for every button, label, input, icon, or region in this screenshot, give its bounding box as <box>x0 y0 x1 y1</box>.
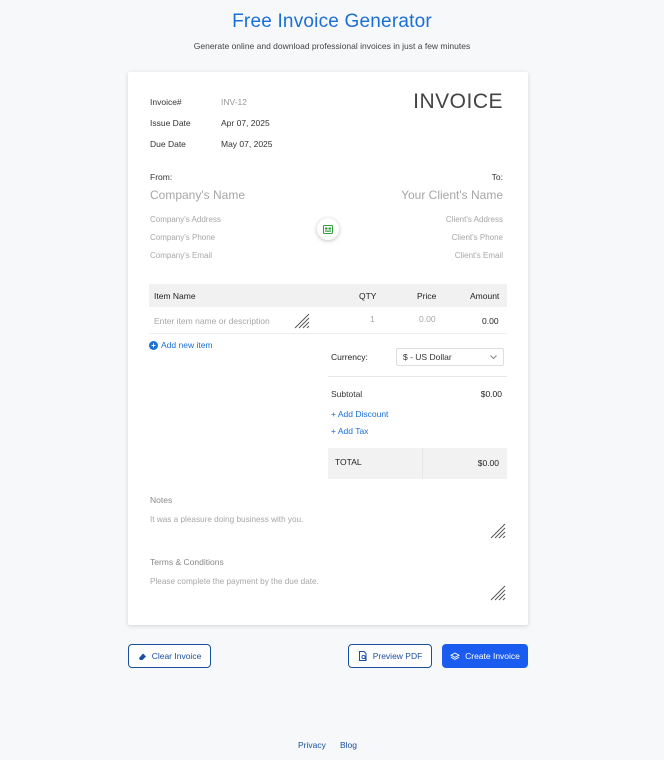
company-phone-input[interactable]: Company's Phone <box>150 233 215 242</box>
create-invoice-label: Create Invoice <box>465 651 520 661</box>
summary-divider <box>328 376 507 377</box>
item-name-input[interactable]: Enter item name or description <box>154 316 270 326</box>
issue-date-label: Issue Date <box>150 118 191 128</box>
item-qty-input[interactable]: 1 <box>370 314 375 324</box>
client-name-input[interactable]: Your Client's Name <box>401 188 503 202</box>
column-amount: Amount <box>470 291 500 301</box>
invoice-number-field[interactable]: INV-12 <box>221 97 247 107</box>
column-price: Price <box>417 291 437 301</box>
footer-blog-link[interactable]: Blog <box>340 740 357 750</box>
notes-textarea[interactable]: It was a pleasure doing business with yo… <box>150 515 303 524</box>
issue-date-field[interactable]: Apr 07, 2025 <box>221 118 270 128</box>
page-subtitle: Generate online and download professiona… <box>193 41 471 51</box>
chevron-down-icon <box>490 355 497 360</box>
preview-pdf-button[interactable]: Preview PDF <box>348 644 432 668</box>
item-amount: 0.00 <box>482 316 499 326</box>
company-email-input[interactable]: Company's Email <box>150 251 212 260</box>
currency-label: Currency: <box>331 352 368 362</box>
currency-value: $ - US Dollar <box>403 352 452 362</box>
resize-handle-icon[interactable] <box>294 313 310 329</box>
add-discount-button[interactable]: + Add Discount <box>331 409 388 419</box>
company-name-input[interactable]: Company's Name <box>150 188 245 202</box>
due-date-label: Due Date <box>150 139 186 149</box>
footer-privacy-link[interactable]: Privacy <box>298 740 326 750</box>
eraser-icon <box>138 653 146 660</box>
column-qty: QTY <box>359 291 377 301</box>
notes-label: Notes <box>150 495 173 505</box>
total-box: TOTAL $0.00 <box>328 448 507 479</box>
column-item-name: Item Name <box>154 291 196 301</box>
to-label: To: <box>491 172 503 182</box>
from-label: From: <box>150 172 173 182</box>
resize-handle-icon[interactable] <box>490 585 506 601</box>
invoice-number-label: Invoice# <box>150 97 182 107</box>
table-row: Enter item name or description 1 0.00 0.… <box>149 307 507 334</box>
client-email-input[interactable]: Client's Email <box>455 251 503 260</box>
total-label: TOTAL <box>335 457 362 467</box>
add-item-label: Add new item <box>161 340 213 350</box>
total-divider <box>422 448 423 479</box>
create-invoice-button[interactable]: Create Invoice <box>442 644 528 668</box>
invoice-heading: INVOICE <box>413 90 503 113</box>
invoice-card: Invoice# INV-12 Issue Date Apr 07, 2025 … <box>128 72 528 625</box>
total-value: $0.00 <box>477 458 499 468</box>
plus-circle-icon: + <box>149 340 158 350</box>
terms-textarea[interactable]: Please complete the payment by the due d… <box>150 577 319 586</box>
layers-icon <box>450 651 461 660</box>
item-price-input[interactable]: 0.00 <box>419 314 436 324</box>
add-tax-button[interactable]: + Add Tax <box>331 426 368 436</box>
clear-invoice-label: Clear Invoice <box>151 651 202 661</box>
page-title: Free Invoice Generator <box>232 11 432 32</box>
items-table-header: Item Name QTY Price Amount <box>149 284 507 307</box>
currency-select[interactable]: $ - US Dollar <box>396 348 504 366</box>
resize-handle-icon[interactable] <box>490 523 506 539</box>
client-address-input[interactable]: Client's Address <box>446 215 503 224</box>
company-address-input[interactable]: Company's Address <box>150 215 221 224</box>
terms-label: Terms & Conditions <box>150 557 224 567</box>
add-item-button[interactable]: + Add new item <box>149 340 213 350</box>
clear-invoice-button[interactable]: Clear Invoice <box>128 644 211 668</box>
contact-card-button[interactable] <box>317 218 339 240</box>
preview-pdf-label: Preview PDF <box>372 651 423 661</box>
card-icon <box>323 224 333 234</box>
client-phone-input[interactable]: Client's Phone <box>452 233 503 242</box>
due-date-field[interactable]: May 07, 2025 <box>221 139 273 149</box>
pdf-preview-icon <box>358 651 367 661</box>
subtotal-label: Subtotal <box>331 389 363 399</box>
subtotal-value: $0.00 <box>480 389 502 399</box>
